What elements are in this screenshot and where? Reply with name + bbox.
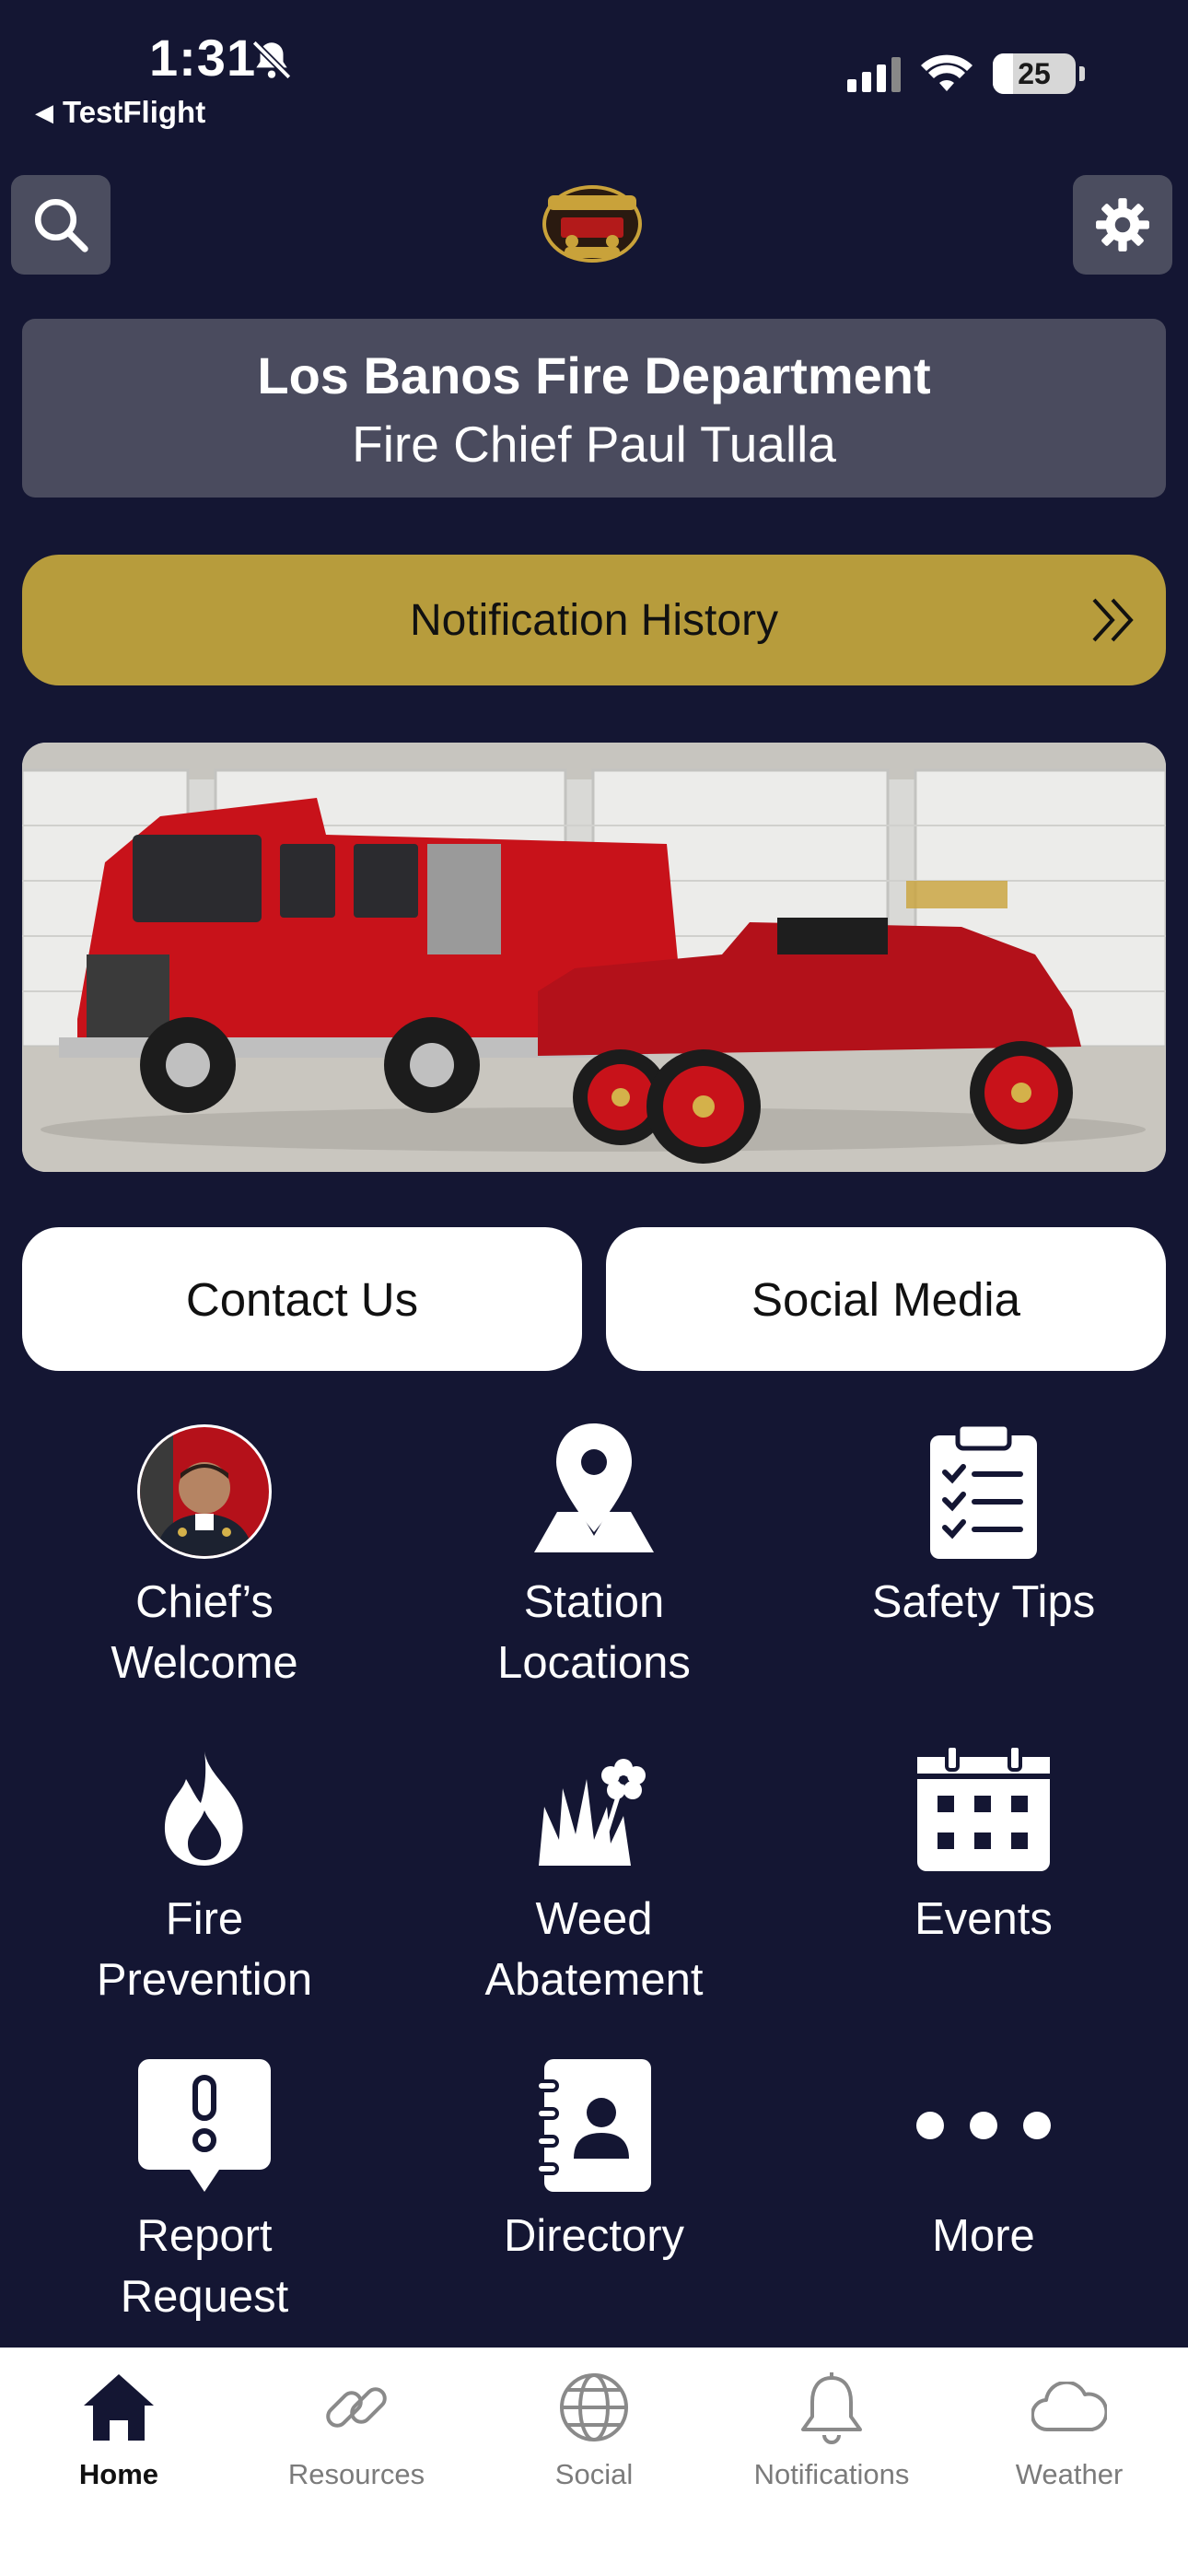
tile-label: Weed Abatement xyxy=(484,1894,704,2005)
tile-chiefs-welcome[interactable]: Chief’s Welcome xyxy=(11,1423,398,1693)
double-chevron-right-icon xyxy=(1092,598,1134,642)
tile-weed-abatement[interactable]: Weed Abatement xyxy=(401,1739,787,2010)
social-media-button[interactable]: Social Media xyxy=(606,1227,1166,1371)
tile-label: Directory xyxy=(503,2211,685,2261)
tile-label: Fire Prevention xyxy=(96,1894,313,2005)
more-dots-icon xyxy=(916,2112,1051,2139)
settings-button[interactable] xyxy=(1073,175,1172,275)
cloud-icon xyxy=(1031,2382,1107,2432)
fire-dept-logo xyxy=(542,185,642,263)
tile-events[interactable]: Events xyxy=(790,1739,1177,1950)
search-button[interactable] xyxy=(11,175,111,275)
tile-directory[interactable]: Directory xyxy=(401,2056,787,2266)
tile-more[interactable]: More xyxy=(790,2056,1177,2266)
notification-history-label: Notification History xyxy=(409,595,779,645)
battery-icon: 25 xyxy=(993,53,1076,94)
back-app-label: TestFlight xyxy=(63,95,206,129)
home-icon xyxy=(84,2374,154,2441)
tab-social[interactable]: Social xyxy=(475,2366,713,2491)
back-to-testflight[interactable]: ◀ TestFlight xyxy=(35,95,205,130)
department-name: Los Banos Fire Department xyxy=(257,346,931,404)
contact-book-icon xyxy=(537,2059,651,2192)
tile-label: Station Locations xyxy=(497,1577,691,1688)
tile-safety-tips[interactable]: Safety Tips xyxy=(790,1423,1177,1633)
status-bar: 1:31 ◀ TestFlight 25 xyxy=(0,0,1188,147)
battery-level: 25 xyxy=(1018,56,1051,90)
tab-resources[interactable]: Resources xyxy=(238,2366,475,2491)
tile-label: Events xyxy=(914,1894,1053,1944)
gear-icon xyxy=(1096,198,1149,252)
chief-photo xyxy=(137,1424,272,1559)
tile-label: More xyxy=(932,2211,1035,2261)
tile-label: Report Request xyxy=(120,2211,289,2322)
calendar-icon xyxy=(917,1746,1050,1871)
status-indicators: 25 xyxy=(847,53,1085,94)
tab-label: Notifications xyxy=(753,2458,910,2490)
tile-label: Safety Tips xyxy=(871,1577,1096,1627)
globe-icon xyxy=(560,2373,628,2441)
bell-icon xyxy=(801,2372,862,2444)
tile-report-request[interactable]: Report Request xyxy=(11,2056,398,2327)
clock-time: 1:31 xyxy=(149,29,257,87)
search-icon xyxy=(34,198,88,252)
link-icon xyxy=(326,2387,387,2428)
bottom-tab-bar: Home Resources Social Notifications Weat… xyxy=(0,2348,1188,2576)
tile-fire-prevention[interactable]: Fire Prevention xyxy=(11,1739,398,2010)
alert-bubble-icon xyxy=(138,2059,271,2192)
contact-us-button[interactable]: Contact Us xyxy=(22,1227,582,1371)
tab-notifications[interactable]: Notifications xyxy=(713,2366,950,2491)
flame-icon xyxy=(164,1751,243,1866)
wifi-icon xyxy=(921,54,973,91)
weeds-flower-icon xyxy=(539,1759,646,1866)
tile-label: Chief’s Welcome xyxy=(111,1577,298,1688)
tab-label: Social xyxy=(554,2458,634,2490)
map-pin-icon xyxy=(534,1423,654,1552)
bell-slash-icon xyxy=(251,40,292,80)
chief-name: Fire Chief Paul Tualla xyxy=(352,416,836,474)
notification-history-button[interactable]: Notification History xyxy=(22,555,1166,685)
tab-label: Resources xyxy=(287,2458,425,2490)
tile-station-locations[interactable]: Station Locations xyxy=(401,1423,787,1693)
fire-engines-photo xyxy=(22,743,1166,1172)
tab-home[interactable]: Home xyxy=(0,2366,238,2491)
tab-weather[interactable]: Weather xyxy=(950,2366,1188,2491)
tab-label: Weather xyxy=(1015,2458,1124,2490)
checklist-icon xyxy=(930,1424,1037,1559)
cellular-signal-icon xyxy=(847,55,901,92)
back-triangle-icon: ◀ xyxy=(35,99,53,126)
department-header-card: Los Banos Fire Department Fire Chief Pau… xyxy=(22,319,1166,498)
tab-label: Home xyxy=(78,2458,159,2490)
